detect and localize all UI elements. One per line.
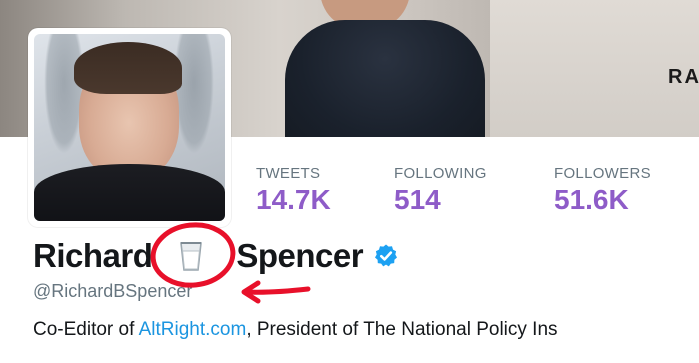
stat-tweets[interactable]: TWEETS 14.7K <box>256 165 331 216</box>
profile-handle[interactable]: @RichardBSpencer <box>33 281 192 302</box>
verified-badge-icon <box>373 243 399 269</box>
stat-following-label: FOLLOWING <box>394 165 487 182</box>
banner-shirt <box>285 20 485 137</box>
avatar-bg-tree <box>44 34 84 154</box>
profile-name-last: Spencer <box>236 237 364 274</box>
avatar-coat <box>34 164 225 221</box>
stat-tweets-value: 14.7K <box>256 184 331 215</box>
glass-of-milk-icon <box>178 240 204 272</box>
twitter-profile-page: RA TWEETS 14.7K FOLLOWING 514 FOLLOWERS … <box>0 0 699 363</box>
annotation-arrowhead <box>241 280 261 304</box>
bio-text-suffix: , President of The National Policy Ins <box>246 319 558 340</box>
stat-tweets-label: TWEETS <box>256 165 321 182</box>
profile-name-first: Richard <box>33 237 153 274</box>
avatar-hair <box>74 42 182 94</box>
stat-followers-value: 51.6K <box>554 184 629 215</box>
annotation-arrow <box>243 286 311 295</box>
stat-following-value: 514 <box>394 184 441 215</box>
profile-bio: Co-Editor of AltRight.com, President of … <box>33 319 699 341</box>
stat-following[interactable]: FOLLOWING 514 <box>394 165 487 216</box>
avatar-frame[interactable] <box>28 28 231 227</box>
banner-text: RA <box>668 66 699 88</box>
bio-link-altright[interactable]: AltRight.com <box>139 319 247 340</box>
avatar[interactable] <box>34 34 225 221</box>
stat-followers-label: FOLLOWERS <box>554 165 651 182</box>
avatar-bg-tree <box>174 34 214 154</box>
stat-followers[interactable]: FOLLOWERS 51.6K <box>554 165 651 216</box>
bio-text-prefix: Co-Editor of <box>33 319 139 340</box>
profile-name[interactable]: Richard Spencer <box>33 236 399 276</box>
